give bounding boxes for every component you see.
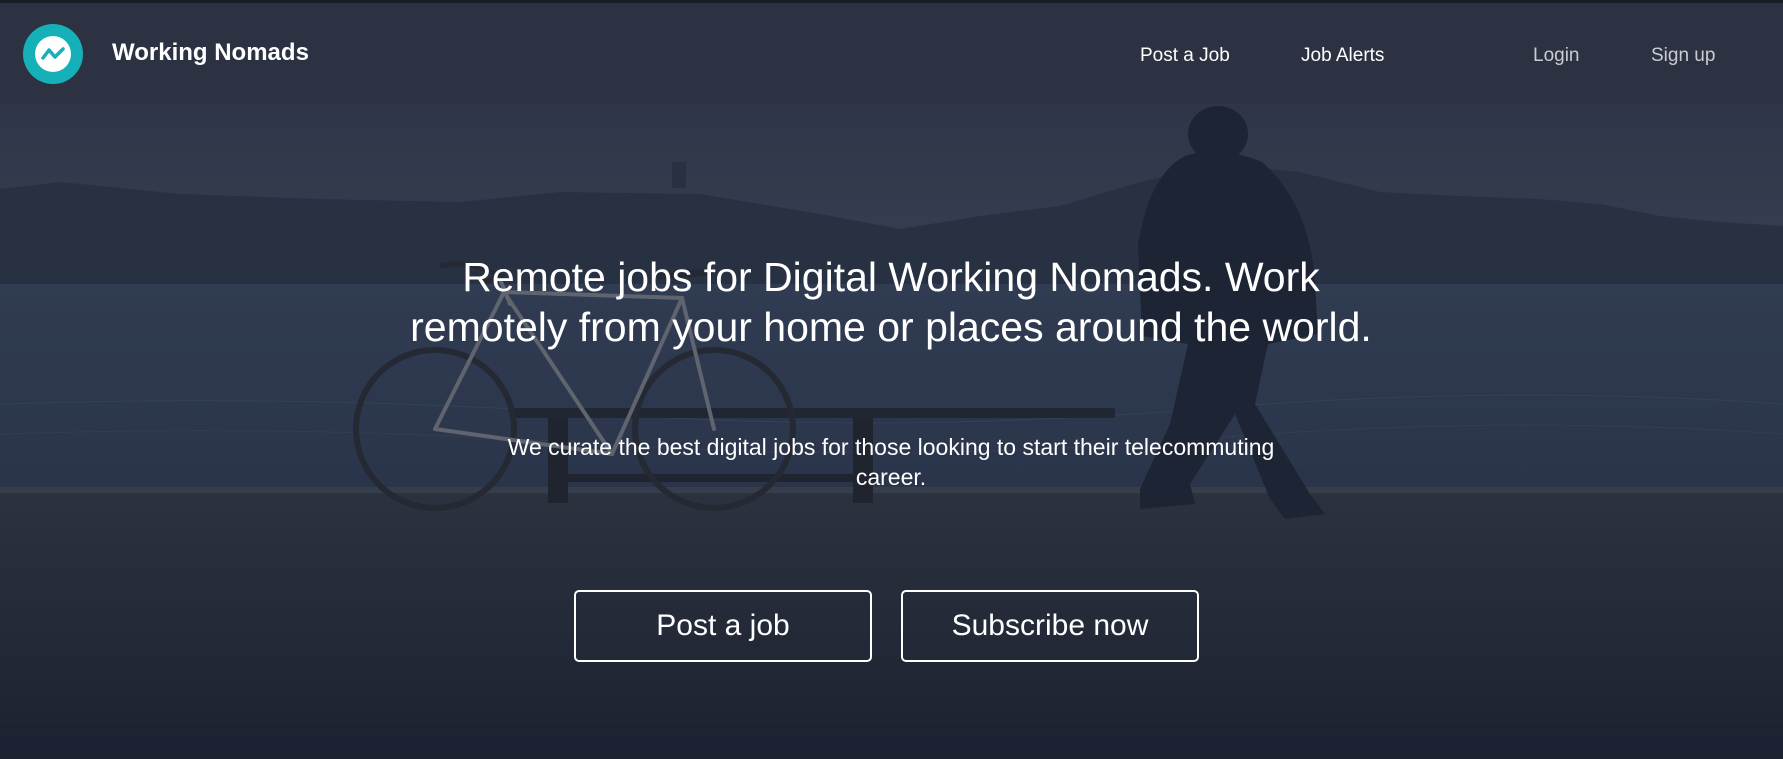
- top-navbar: Working Nomads Post a Job Job Alerts Log…: [0, 0, 1783, 104]
- brand-name[interactable]: Working Nomads: [112, 39, 309, 67]
- nav-post-job-link[interactable]: Post a Job: [1140, 45, 1230, 67]
- hero-content: Remote jobs for Digital Working Nomads. …: [0, 104, 1783, 759]
- logo-icon[interactable]: [23, 24, 83, 84]
- hero-subheadline: We curate the best digital jobs for thos…: [507, 434, 1275, 490]
- hero-headline: Remote jobs for Digital Working Nomads. …: [410, 254, 1372, 350]
- nav-job-alerts-link[interactable]: Job Alerts: [1301, 45, 1384, 67]
- hero-section: Remote jobs for Digital Working Nomads. …: [0, 104, 1783, 759]
- post-job-button[interactable]: Post a job: [574, 590, 872, 662]
- subscribe-now-button[interactable]: Subscribe now: [901, 590, 1199, 662]
- nav-signup-link[interactable]: Sign up: [1651, 45, 1715, 67]
- nav-login-link[interactable]: Login: [1533, 45, 1580, 67]
